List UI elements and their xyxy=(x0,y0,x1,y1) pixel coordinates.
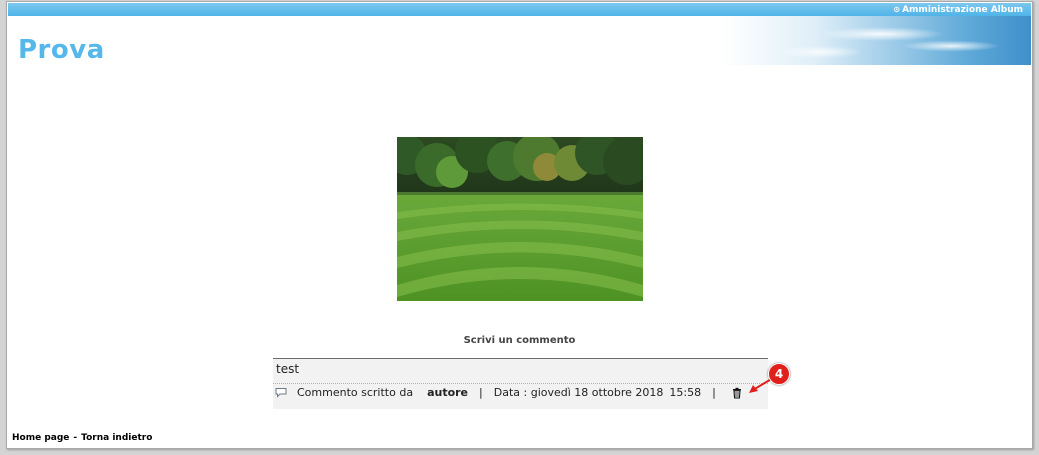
admin-album-label: Amministrazione Album xyxy=(902,5,1023,15)
comment-time: 15:58 xyxy=(669,386,702,399)
speech-bubble-icon xyxy=(275,388,287,398)
admin-album-link[interactable]: ⊙ Amministrazione Album xyxy=(893,3,1023,17)
footer-nav: Home page - Torna indietro xyxy=(12,433,152,443)
write-comment-link[interactable]: Scrivi un commento xyxy=(7,335,1032,346)
meta-separator: | xyxy=(479,386,483,399)
album-title: Prova xyxy=(18,35,105,65)
header-sky-banner xyxy=(721,16,1031,65)
top-bar: ⊙ Amministrazione Album xyxy=(8,3,1031,16)
comment-divider xyxy=(273,383,768,384)
comment-author: autore xyxy=(427,386,469,399)
comment-date: Data : giovedì 18 ottobre 2018 xyxy=(493,386,664,399)
trash-icon xyxy=(732,387,741,399)
comment-text: test xyxy=(276,362,300,376)
delete-comment-icon[interactable] xyxy=(731,387,743,399)
annotation-marker: 4 xyxy=(768,363,790,385)
written-by-label: Commento scritto da xyxy=(297,386,414,399)
comment-item: test Commento scritto da autore | Data :… xyxy=(273,358,768,409)
comment-meta: Commento scritto da autore | Data : giov… xyxy=(275,386,743,399)
back-link[interactable]: Torna indietro xyxy=(81,433,152,443)
bullet-icon: ⊙ xyxy=(893,5,901,14)
page-frame: ⊙ Amministrazione Album Prova Scrivi un … xyxy=(6,1,1033,449)
home-page-link[interactable]: Home page xyxy=(12,433,69,443)
footer-separator: - xyxy=(73,433,78,443)
album-photo xyxy=(397,137,643,301)
meta-separator: | xyxy=(712,386,716,399)
lawn-photo-image xyxy=(397,137,643,301)
